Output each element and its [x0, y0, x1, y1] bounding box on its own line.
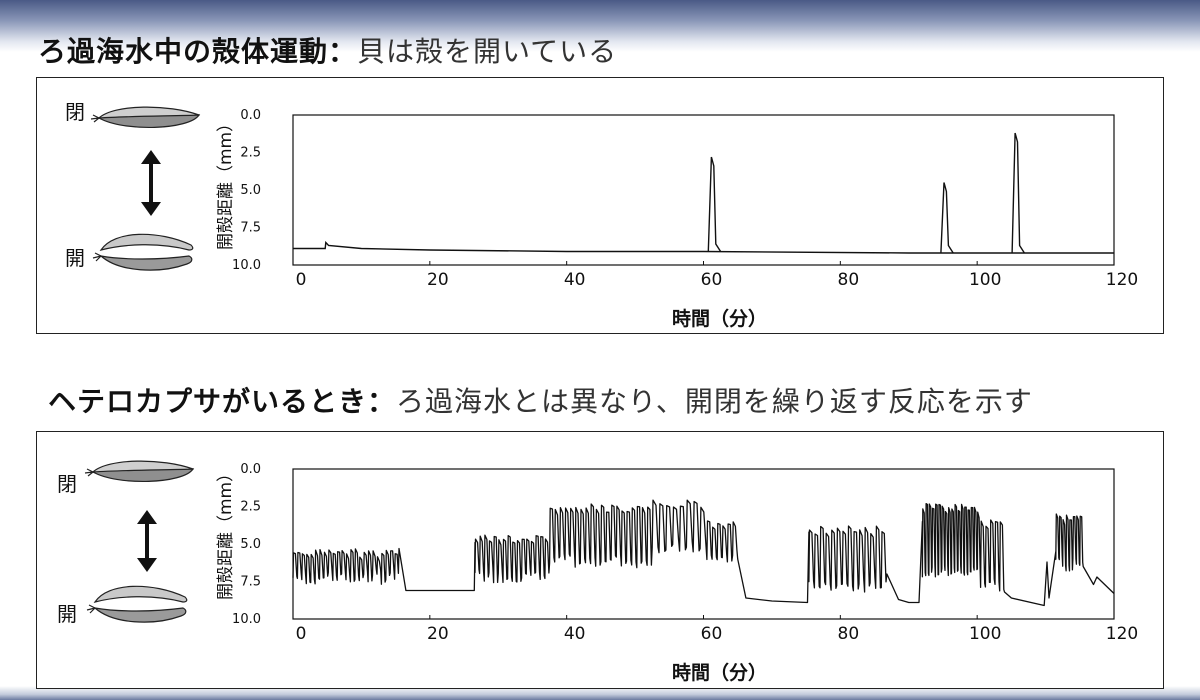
chart-svg-1: 0.0 2.5 5.0 7.5 10.0 0 20 40 60 80 100 120 — [90, 106, 1138, 290]
shell-lower-valve — [96, 114, 201, 129]
chart-panel-heterocapsa: 0.0 2.5 5.0 7.5 10.0 0 20 40 60 80 100 120 閉 開 開殻距離… — [36, 431, 1164, 689]
closed-shell-icon — [90, 106, 201, 129]
series-spike — [940, 182, 954, 254]
section-heading-heterocapsa: ヘテロカプサがいるとき：ろ過海水とは異なり、開閉を繰り返す反応を示す — [48, 380, 1033, 420]
open-shell-icon — [92, 233, 194, 271]
series-spike — [1011, 132, 1025, 254]
label-closed: 閉 — [57, 472, 77, 496]
byssus-threads — [84, 468, 94, 477]
heading-bold-part: ヘテロカプサがいるとき： — [48, 385, 397, 418]
shell-lower-valve — [90, 468, 195, 483]
x-tick-label: 60 — [701, 624, 723, 644]
y-tick-label: 5.0 — [240, 183, 261, 198]
arrow-head-up — [141, 150, 161, 164]
shell-upper-valve — [93, 585, 188, 603]
plot-frame — [292, 114, 1115, 266]
y-tick-label: 7.5 — [240, 575, 261, 590]
y-tick-label: 10.0 — [232, 258, 261, 273]
y-tick-label: 2.5 — [240, 500, 261, 515]
x-tick-label: 80 — [838, 270, 860, 290]
y-tick-label: 2.5 — [240, 146, 261, 161]
x-tick-label: 40 — [564, 624, 586, 644]
y-tick-label: 5.0 — [240, 537, 261, 552]
y-axis-label: 開殻距離（mm） — [216, 114, 236, 250]
x-tick-label: 0 — [296, 270, 307, 290]
arrow-head-up — [137, 510, 157, 524]
byssus-threads — [86, 604, 96, 614]
double-arrow-icon — [137, 510, 157, 572]
shell-lower-valve — [93, 607, 187, 623]
closed-shell-icon — [84, 460, 195, 483]
series-line-baseline — [293, 240, 1114, 254]
x-tick-label: 100 — [969, 624, 1001, 644]
heading-normal-part: 貝は殻を開いている — [357, 35, 618, 68]
heading-normal-part: ろ過海水とは異なり、開閉を繰り返す反応を示す — [396, 385, 1033, 418]
shell-upper-valve — [99, 233, 194, 251]
x-tick-label: 40 — [564, 270, 586, 290]
x-tick-label: 100 — [969, 270, 1001, 290]
chart-svg-2: 0.0 2.5 5.0 7.5 10.0 0 20 40 60 80 100 120 — [84, 460, 1138, 644]
x-tick-label: 80 — [838, 624, 860, 644]
x-tick-label: 20 — [427, 270, 449, 290]
arrow-head-down — [141, 202, 161, 216]
y-tick-label: 10.0 — [232, 612, 261, 627]
series-line-shell-gape — [292, 499, 1115, 607]
y-axis-label: 開殻距離（mm） — [216, 464, 236, 600]
shell-lower-valve — [99, 255, 193, 271]
series-spike — [707, 156, 722, 252]
x-axis-label: 時間（分） — [672, 308, 768, 330]
arrow-head-down — [137, 558, 157, 572]
x-tick-label: 120 — [1106, 624, 1138, 644]
byssus-threads — [92, 252, 102, 262]
label-open: 開 — [57, 602, 77, 626]
double-arrow-icon — [141, 150, 161, 216]
x-axis-label: 時間（分） — [672, 662, 768, 684]
y-tick-label: 7.5 — [240, 221, 261, 236]
label-open: 開 — [65, 246, 85, 270]
y-tick-label: 0.0 — [240, 462, 261, 477]
label-closed: 閉 — [65, 100, 85, 124]
heading-bold-part: ろ過海水中の殻体運動： — [38, 35, 358, 68]
x-tick-label: 60 — [701, 270, 723, 290]
chart-panel-filtered-seawater: 0.0 2.5 5.0 7.5 10.0 0 20 40 60 80 100 120 閉 開 開殻距離… — [36, 77, 1164, 334]
x-tick-label: 20 — [427, 624, 449, 644]
byssus-threads — [90, 114, 100, 123]
open-shell-icon — [86, 585, 188, 623]
section-heading-filtered-seawater: ろ過海水中の殻体運動：貝は殻を開いている — [38, 30, 617, 70]
y-tick-label: 0.0 — [240, 108, 261, 123]
x-tick-label: 0 — [296, 624, 307, 644]
x-tick-label: 120 — [1106, 270, 1138, 290]
